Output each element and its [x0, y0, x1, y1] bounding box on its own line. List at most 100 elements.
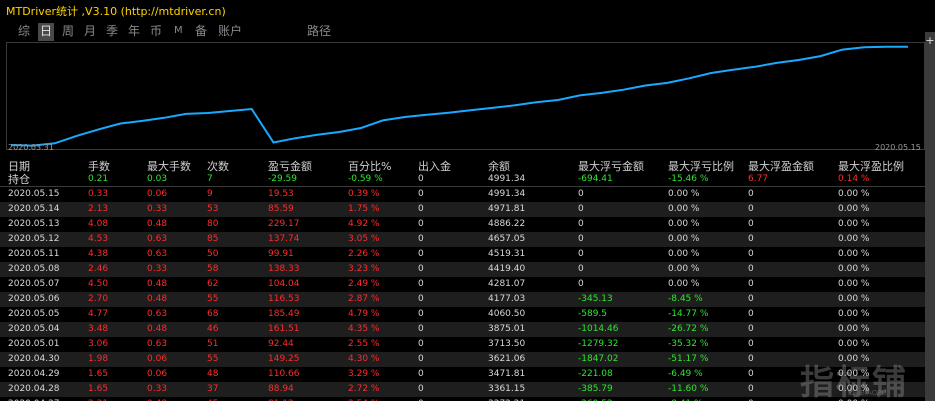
- cell-max-float-profit: 0: [748, 234, 754, 244]
- cell-max-float-loss: 0: [578, 219, 584, 229]
- cell-lots: 3.06: [88, 339, 109, 349]
- table-row[interactable]: 2020.04.272.310.484581.122.54 %03272.21-…: [0, 397, 925, 401]
- position-label: 持仓: [8, 173, 30, 186]
- side-strip: [925, 32, 935, 401]
- cell-date: 2020.04.30: [8, 354, 60, 364]
- cell-max-float-profit-pct: 0.00 %: [838, 339, 870, 349]
- cell-max-float-profit: 0: [748, 204, 754, 214]
- cell-count: 51: [207, 339, 219, 349]
- cell-max-lots: 0.63: [147, 339, 168, 349]
- tab-week[interactable]: 周: [60, 23, 76, 41]
- cell-max-float-profit-pct: 0.00 %: [838, 219, 870, 229]
- cell-pct: 1.75 %: [348, 204, 380, 214]
- table-row[interactable]: 2020.05.05 4.77 0.63 68 185.49 4.79 % 0 4060.50…: [0, 307, 925, 322]
- cell-max-float-profit: 0: [748, 339, 754, 349]
- cell-io: 0: [418, 324, 424, 334]
- table-row[interactable]: 2020.05.12 4.53 0.63 85 137.74 3.05 % 0 4657.05…: [0, 232, 925, 247]
- cell-pct: 2.55 %: [348, 339, 380, 349]
- cell-date: 2020.05.13: [8, 219, 60, 229]
- table-row[interactable]: 2020.05.14 2.13 0.33 53 85.59 1.75 % 0 4971.81 0…: [0, 202, 925, 217]
- cell-max-float-loss-pct: 0.00 %: [668, 249, 700, 259]
- cell-date: 2020.04.28: [8, 384, 60, 394]
- position-max-float-loss: -694.41: [578, 174, 613, 184]
- position-count: 7: [207, 174, 213, 184]
- table-row[interactable]: 2020.04.30 1.98 0.06 55 149.25 4.30 % 0 3621.06…: [0, 352, 925, 367]
- cell-max-float-loss: -1847.02: [578, 354, 619, 364]
- cell-io: 0: [418, 219, 424, 229]
- cell-io: 0: [418, 249, 424, 259]
- cell-count: 62: [207, 279, 219, 289]
- table-row[interactable]: 2020.05.13 4.08 0.48 80 229.17 4.92 % 0 4886.22…: [0, 217, 925, 232]
- cell-count: 48: [207, 369, 219, 379]
- cell-pnl: 185.49: [268, 309, 300, 319]
- cell-balance: 4991.34: [488, 189, 526, 199]
- cell-max-float-profit-pct: 0.00 %: [838, 324, 870, 334]
- position-lots: 0.21: [88, 174, 109, 184]
- position-row: 持仓 0.21 0.03 7 -29.59 -0.59 % 0 4991.34 …: [0, 172, 925, 187]
- tab-summary[interactable]: 综: [16, 23, 32, 41]
- table-row[interactable]: 2020.04.29 1.65 0.06 48 110.66 3.29 % 0 3471.81…: [0, 367, 925, 382]
- table-row[interactable]: 2020.05.06 2.70 0.48 55 116.53 2.87 % 0 4177.03…: [0, 292, 925, 307]
- table-row[interactable]: 2020.05.08 2.46 0.33 58 138.33 3.23 % 0 4419.40…: [0, 262, 925, 277]
- cell-pct: 0.39 %: [348, 189, 380, 199]
- cell-max-float-loss-pct: -6.49 %: [668, 369, 703, 379]
- cell-max-lots: 0.63: [147, 234, 168, 244]
- table-row[interactable]: 2020.05.01 3.06 0.63 51 92.44 2.55 % 0 3713.50 -…: [0, 337, 925, 352]
- equity-chart: [6, 42, 925, 150]
- cell-count: 58: [207, 264, 219, 274]
- cell-max-float-profit-pct: 0.00 %: [838, 309, 870, 319]
- table-row[interactable]: 2020.04.28 1.65 0.33 37 88.94 2.72 % 0 3361.15 -…: [0, 382, 925, 397]
- cell-max-float-profit: 0: [748, 384, 754, 394]
- cell-io: 0: [418, 279, 424, 289]
- tab-account[interactable]: 账户: [216, 23, 244, 41]
- cell-pct: 3.05 %: [348, 234, 380, 244]
- tab-currency[interactable]: 币: [148, 23, 164, 41]
- cell-lots: 2.70: [88, 294, 109, 304]
- cell-pnl: 92.44: [268, 339, 294, 349]
- cell-max-lots: 0.06: [147, 354, 168, 364]
- cell-balance: 4971.81: [488, 204, 526, 214]
- tab-path[interactable]: 路径: [305, 23, 333, 41]
- position-max-float-loss-pct: -15.46 %: [668, 174, 709, 184]
- table-row[interactable]: 2020.05.15 0.33 0.06 9 19.53 0.39 % 0 4991.34 0 0…: [0, 187, 925, 202]
- cell-max-float-profit: 0: [748, 309, 754, 319]
- tab-m[interactable]: M: [172, 23, 185, 41]
- cell-max-float-profit-pct: 0.00 %: [838, 234, 870, 244]
- cell-lots: 3.48: [88, 324, 109, 334]
- tab-year[interactable]: 年: [126, 23, 142, 41]
- cell-pct: 2.87 %: [348, 294, 380, 304]
- cell-lots: 4.77: [88, 309, 109, 319]
- tab-notes[interactable]: 备: [193, 23, 209, 41]
- cell-date: 2020.05.12: [8, 234, 60, 244]
- cell-count: 80: [207, 219, 219, 229]
- cell-max-lots: 0.48: [147, 294, 168, 304]
- expand-button[interactable]: +: [925, 34, 935, 48]
- cell-balance: 4519.31: [488, 249, 526, 259]
- cell-max-float-profit-pct: 0.00 %: [838, 354, 870, 364]
- cell-lots: 4.38: [88, 249, 109, 259]
- equity-line: [10, 45, 908, 147]
- cell-max-lots: 0.48: [147, 279, 168, 289]
- equity-chart-svg: [10, 45, 908, 147]
- cell-lots: 2.13: [88, 204, 109, 214]
- cell-max-float-profit: 0: [748, 249, 754, 259]
- cell-pct: 4.35 %: [348, 324, 380, 334]
- cell-max-float-loss-pct: 0.00 %: [668, 219, 700, 229]
- cell-io: 0: [418, 384, 424, 394]
- tab-day[interactable]: 日: [38, 23, 55, 41]
- cell-lots: 2.46: [88, 264, 109, 274]
- table-row[interactable]: 2020.05.07 4.50 0.48 62 104.04 2.49 % 0 4281.07…: [0, 277, 925, 292]
- position-max-lots: 0.03: [147, 174, 168, 184]
- cell-io: 0: [418, 204, 424, 214]
- x-axis-start-label: 2020.03.31: [8, 143, 54, 152]
- tab-month[interactable]: 月: [82, 23, 98, 41]
- table-row[interactable]: 2020.05.04 3.48 0.48 46 161.51 4.35 % 0 3875.01…: [0, 322, 925, 337]
- cell-lots: 1.98: [88, 354, 109, 364]
- cell-max-float-loss: -1279.32: [578, 339, 619, 349]
- cell-balance: 3713.50: [488, 339, 526, 349]
- cell-date: 2020.05.05: [8, 309, 60, 319]
- cell-max-lots: 0.06: [147, 369, 168, 379]
- cell-max-float-profit-pct: 0.00 %: [838, 189, 870, 199]
- tab-quarter[interactable]: 季: [104, 23, 120, 41]
- table-row[interactable]: 2020.05.11 4.38 0.63 50 99.91 2.26 % 0 4519.31 0…: [0, 247, 925, 262]
